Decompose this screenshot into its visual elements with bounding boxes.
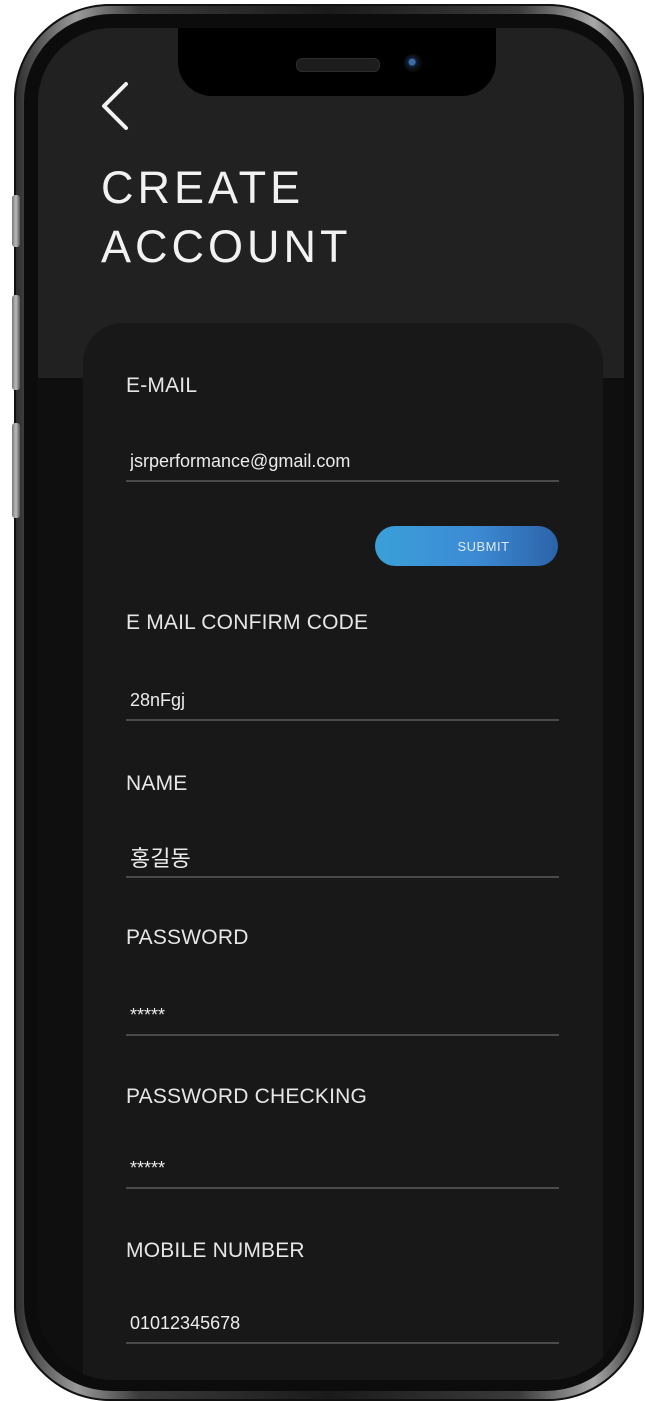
page-title-line2: ACCOUNT [101,221,352,272]
password-check-field[interactable] [126,1149,559,1189]
password-check-label: PASSWORD CHECKING [126,1085,368,1108]
mobile-label: MOBILE NUMBER [126,1239,305,1262]
front-camera-icon [404,54,422,72]
page-title-line1: CREATE [101,162,305,213]
name-field[interactable] [126,838,559,878]
name-label: NAME [126,772,188,795]
email-label: E-MAIL [126,374,198,397]
chevron-left-icon [102,82,128,130]
side-button-volume-up [12,295,20,390]
password-field[interactable] [126,996,559,1036]
password-label: PASSWORD [126,926,249,949]
side-button-volume-down [12,423,20,518]
app-screen: CREATE ACCOUNT E-MAIL SUBMIT E MAIL CONF… [38,28,624,1380]
page-title: CREATE ACCOUNT [101,158,352,276]
earpiece-speaker-icon [296,58,380,72]
submit-button[interactable]: SUBMIT [375,526,558,566]
confirm-code-field[interactable] [126,681,559,721]
side-button-silent [12,195,20,247]
back-button[interactable] [96,78,136,134]
email-field[interactable] [126,442,559,482]
device-notch [178,28,496,96]
mobile-number-field[interactable] [126,1304,559,1344]
confirm-code-label: E MAIL CONFIRM CODE [126,611,369,634]
